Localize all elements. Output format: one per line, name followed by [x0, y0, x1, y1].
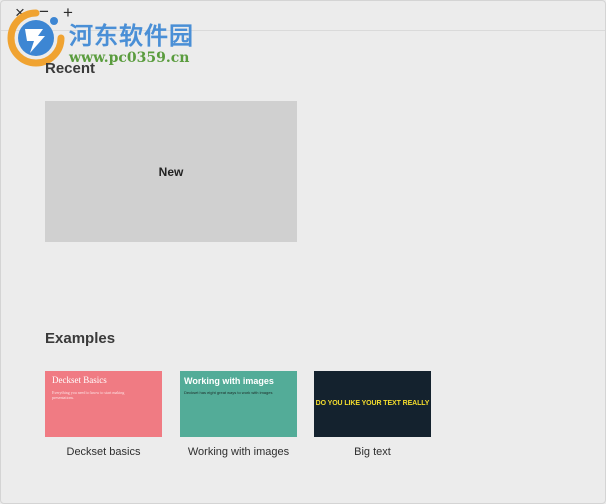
example-working-with-images[interactable]: Working with images Deckset has eight gr…	[180, 371, 297, 458]
new-document-tile[interactable]: New	[45, 101, 297, 242]
watermark-title: 河东软件园	[69, 22, 194, 50]
example-deckset-basics[interactable]: Deckset Basics Everything you need to kn…	[45, 371, 162, 458]
example-thumbnail: Deckset Basics Everything you need to kn…	[45, 371, 162, 437]
thumbnail-title: DO YOU LIKE YOUR TEXT REALLY	[315, 400, 430, 407]
thumbnail-text: Deckset has eight great ways to work wit…	[184, 390, 273, 395]
thumbnail-title: Deckset Basics	[52, 375, 107, 385]
example-thumbnail: Working with images Deckset has eight gr…	[180, 371, 297, 437]
examples-heading: Examples	[45, 330, 116, 347]
site-watermark: 河东软件园 www.pc0359.cn	[5, 5, 210, 69]
thumbnail-title: Working with images	[184, 376, 274, 386]
example-caption: Big text	[354, 446, 391, 458]
new-document-label: New	[158, 164, 184, 179]
example-caption: Deckset basics	[66, 446, 141, 458]
launcher-window: × − + 河东软件园 www.pc0359.cn Recent New Exa…	[0, 0, 606, 504]
example-thumbnail: DO YOU LIKE YOUR TEXT REALLY	[314, 371, 431, 437]
example-big-text[interactable]: DO YOU LIKE YOUR TEXT REALLY Big text	[314, 371, 431, 458]
thumbnail-text: Everything you need to know to start mak…	[52, 390, 125, 400]
recent-heading: Recent	[45, 60, 96, 77]
